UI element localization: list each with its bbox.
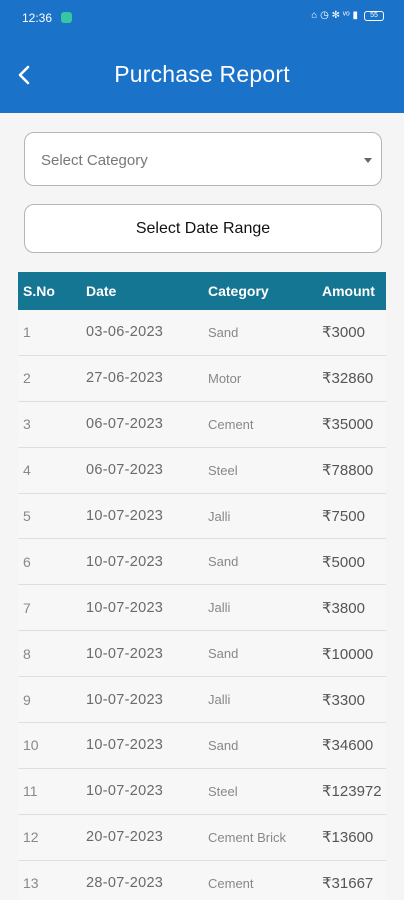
cell-date: 10-07-2023 [86, 599, 164, 616]
page-title: Purchase Report [114, 61, 290, 87]
header-amount: Amount [322, 283, 375, 299]
cell-category: Sand [208, 737, 239, 753]
cell-amount: ₹31667 [322, 875, 374, 893]
purchase-table: S.No Date Category Amount 1 03-06-2023 San… [18, 272, 386, 900]
table-row: 12 20-07-2023 Cement Brick ₹13600 [18, 814, 386, 861]
cell-sno: 1 [23, 324, 31, 341]
table-row: 3 06-07-2023 Cement ₹35000 [18, 401, 386, 448]
cell-date: 06-07-2023 [86, 416, 164, 433]
cell-category: Jalli [208, 508, 231, 524]
table-row: 2 27-06-2023 Motor ₹32860 [18, 355, 386, 402]
app-bar: 12:36 ⌂ ◷ ✻ ᵛᵒ ▮ 55 Purchase Report [0, 0, 404, 113]
cell-date: 03-06-2023 [86, 324, 164, 341]
status-icons-text: ⌂ ◷ ✻ ᵛᵒ ▮ [311, 10, 358, 21]
table-row: 4 06-07-2023 Steel ₹78800 [18, 447, 386, 494]
notification-icon [61, 12, 72, 23]
table-row: 8 10-07-2023 Sand ₹10000 [18, 631, 386, 678]
cell-category: Cement Brick [208, 829, 287, 845]
cell-amount: ₹5000 [322, 553, 365, 571]
category-select[interactable]: Select Category [24, 132, 382, 186]
cell-date: 10-07-2023 [86, 783, 164, 800]
cell-sno: 10 [23, 737, 39, 754]
select-date-range-button[interactable]: Select Date Range [24, 204, 382, 253]
cell-category: Motor [208, 370, 242, 386]
table-body: 1 03-06-2023 Sand ₹3000 2 27-06-2023 Motor ₹328… [18, 310, 386, 900]
cell-amount: ₹10000 [322, 645, 374, 663]
cell-category: Sand [208, 646, 239, 662]
cell-amount: ₹3800 [322, 599, 365, 617]
header-sno: S.No [23, 283, 55, 299]
table-row: 10 10-07-2023 Sand ₹34600 [18, 723, 386, 769]
status-bar: 12:36 ⌂ ◷ ✻ ᵛᵒ ▮ 55 [0, 0, 404, 36]
cell-amount: ₹3000 [322, 324, 365, 342]
table-row: 7 10-07-2023 Jalli ₹3800 [18, 585, 386, 632]
table-row: 11 10-07-2023 Steel ₹123972 [18, 768, 386, 815]
table-header-row: S.No Date Category Amount [18, 272, 386, 310]
cell-amount: ₹7500 [322, 508, 365, 525]
cell-sno: 12 [23, 829, 39, 846]
cell-amount: ₹34600 [322, 737, 374, 755]
cell-category: Jalli [208, 692, 231, 708]
cell-amount: ₹32860 [322, 370, 374, 388]
cell-date: 10-07-2023 [86, 645, 164, 662]
table-row: 1 03-06-2023 Sand ₹3000 [18, 310, 386, 356]
cell-category: Jalli [208, 600, 231, 616]
status-icons: ⌂ ◷ ✻ ᵛᵒ ▮ 55 [311, 10, 384, 21]
table-row: 13 28-07-2023 Cement ₹31667 [18, 860, 386, 900]
cell-sno: 8 [23, 645, 31, 662]
cell-amount: ₹123972 [322, 783, 382, 801]
cell-date: 28-07-2023 [86, 875, 164, 892]
table-row: 5 10-07-2023 Jalli ₹7500 [18, 493, 386, 540]
cell-sno: 9 [23, 691, 31, 708]
cell-date: 20-07-2023 [86, 829, 164, 846]
cell-date: 10-07-2023 [86, 508, 164, 524]
cell-sno: 5 [23, 508, 31, 524]
cell-sno: 11 [23, 783, 38, 800]
table-row: 6 10-07-2023 Sand ₹5000 [18, 539, 386, 586]
header-date: Date [86, 283, 117, 299]
cell-amount: ₹35000 [322, 416, 374, 434]
dropdown-arrow-icon [364, 158, 372, 163]
cell-date: 10-07-2023 [86, 691, 164, 708]
cell-amount: ₹13600 [322, 829, 374, 847]
cell-category: Steel [208, 783, 238, 799]
category-select-placeholder: Select Category [41, 152, 148, 169]
cell-sno: 13 [23, 875, 39, 892]
cell-date: 10-07-2023 [86, 737, 164, 754]
cell-amount: ₹78800 [322, 462, 374, 480]
cell-amount: ₹3300 [322, 691, 365, 709]
cell-sno: 2 [23, 370, 31, 387]
cell-sno: 3 [23, 416, 31, 433]
cell-date: 27-06-2023 [86, 370, 164, 387]
status-time: 12:36 [22, 11, 53, 25]
cell-category: Sand [208, 324, 239, 340]
cell-category: Sand [208, 554, 239, 570]
table-row: 9 10-07-2023 Jalli ₹3300 [18, 677, 386, 724]
cell-date: 06-07-2023 [86, 462, 164, 479]
header-category: Category [208, 283, 269, 299]
cell-date: 10-07-2023 [86, 553, 164, 570]
cell-category: Steel [208, 462, 238, 478]
battery-icon: 55 [364, 10, 384, 21]
cell-sno: 4 [23, 462, 31, 479]
cell-category: Cement [208, 416, 254, 432]
cell-sno: 6 [23, 553, 31, 570]
cell-sno: 7 [23, 599, 31, 616]
cell-category: Cement [208, 875, 254, 891]
